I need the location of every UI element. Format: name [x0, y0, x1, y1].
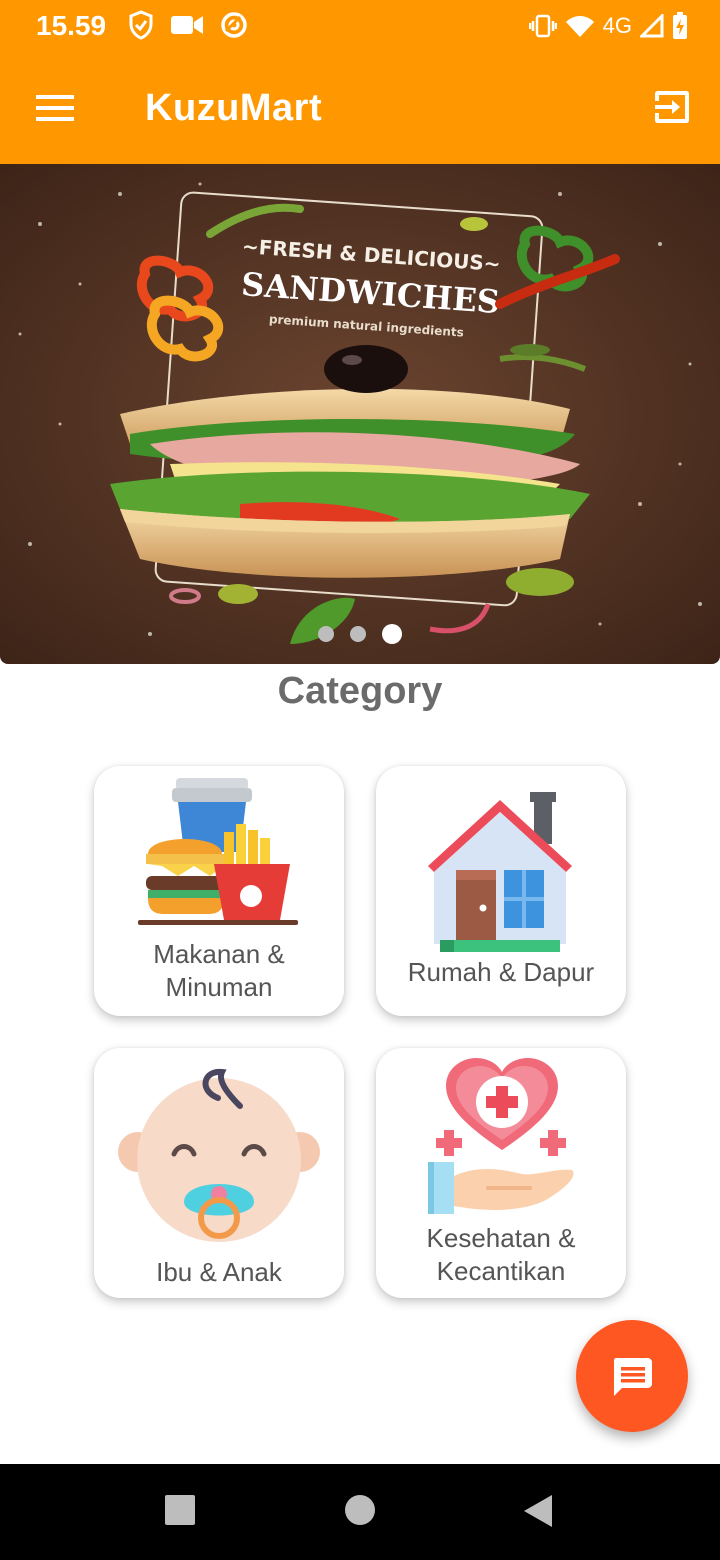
- house-icon: [428, 792, 572, 952]
- app-bar: KuzuMart: [0, 55, 720, 164]
- menu-button[interactable]: [36, 93, 76, 123]
- status-system-icons: 4G: [528, 12, 688, 40]
- chat-icon: [614, 1358, 652, 1396]
- category-card-health-beauty[interactable]: Kesehatan & Kecantikan: [376, 1048, 626, 1298]
- category-label-line1: Kesehatan &: [426, 1223, 576, 1253]
- shield-icon: [129, 10, 153, 40]
- app-title: KuzuMart: [145, 87, 323, 129]
- category-card-home-kitchen[interactable]: Rumah & Dapur: [376, 766, 626, 1016]
- carousel-indicator: [0, 624, 720, 644]
- category-label-line1: Makanan &: [153, 939, 285, 969]
- health-care-icon: [428, 1058, 574, 1214]
- video-camera-icon: [171, 16, 203, 34]
- category-label-line2: Kecantikan: [436, 1256, 566, 1286]
- category-card-food-drinks[interactable]: Makanan & Minuman: [94, 766, 344, 1016]
- sync-icon: [221, 12, 247, 38]
- baby-icon: [118, 1068, 320, 1242]
- category-card-mother-child[interactable]: Ibu & Anak: [94, 1048, 344, 1298]
- carousel-dot[interactable]: [350, 626, 366, 642]
- carousel-dot-active[interactable]: [382, 624, 402, 644]
- battery-charging-icon: [673, 12, 687, 39]
- recent-apps-button[interactable]: [164, 1494, 196, 1526]
- chat-fab-button[interactable]: [576, 1320, 688, 1432]
- logout-icon: [655, 91, 689, 123]
- logout-button[interactable]: [652, 87, 692, 127]
- wifi-icon: [565, 16, 594, 37]
- signal-icon: [640, 14, 664, 38]
- category-label-line1: Ibu & Anak: [156, 1257, 282, 1287]
- carousel-dot[interactable]: [318, 626, 334, 642]
- status-bar: 15.59 4G: [0, 0, 720, 55]
- category-label-line1: Rumah & Dapur: [407, 957, 595, 987]
- network-type: 4G: [602, 13, 632, 38]
- promo-banner-carousel[interactable]: ~FRESH & DELICIOUS~ SANDWICHES premium n…: [0, 164, 720, 664]
- category-label-line2: Minuman: [165, 972, 273, 1002]
- system-navigation-bar: [0, 1464, 720, 1560]
- status-notification-icons: [128, 10, 248, 40]
- status-time: 15.59: [36, 10, 107, 41]
- banner-image: ~FRESH & DELICIOUS~ SANDWICHES premium n…: [0, 164, 720, 664]
- home-button[interactable]: [344, 1494, 376, 1526]
- back-button[interactable]: [522, 1494, 554, 1528]
- fast-food-icon: [138, 778, 298, 925]
- vibrate-icon: [528, 14, 557, 38]
- category-heading: Category: [277, 670, 443, 712]
- hamburger-menu-icon: [36, 95, 74, 121]
